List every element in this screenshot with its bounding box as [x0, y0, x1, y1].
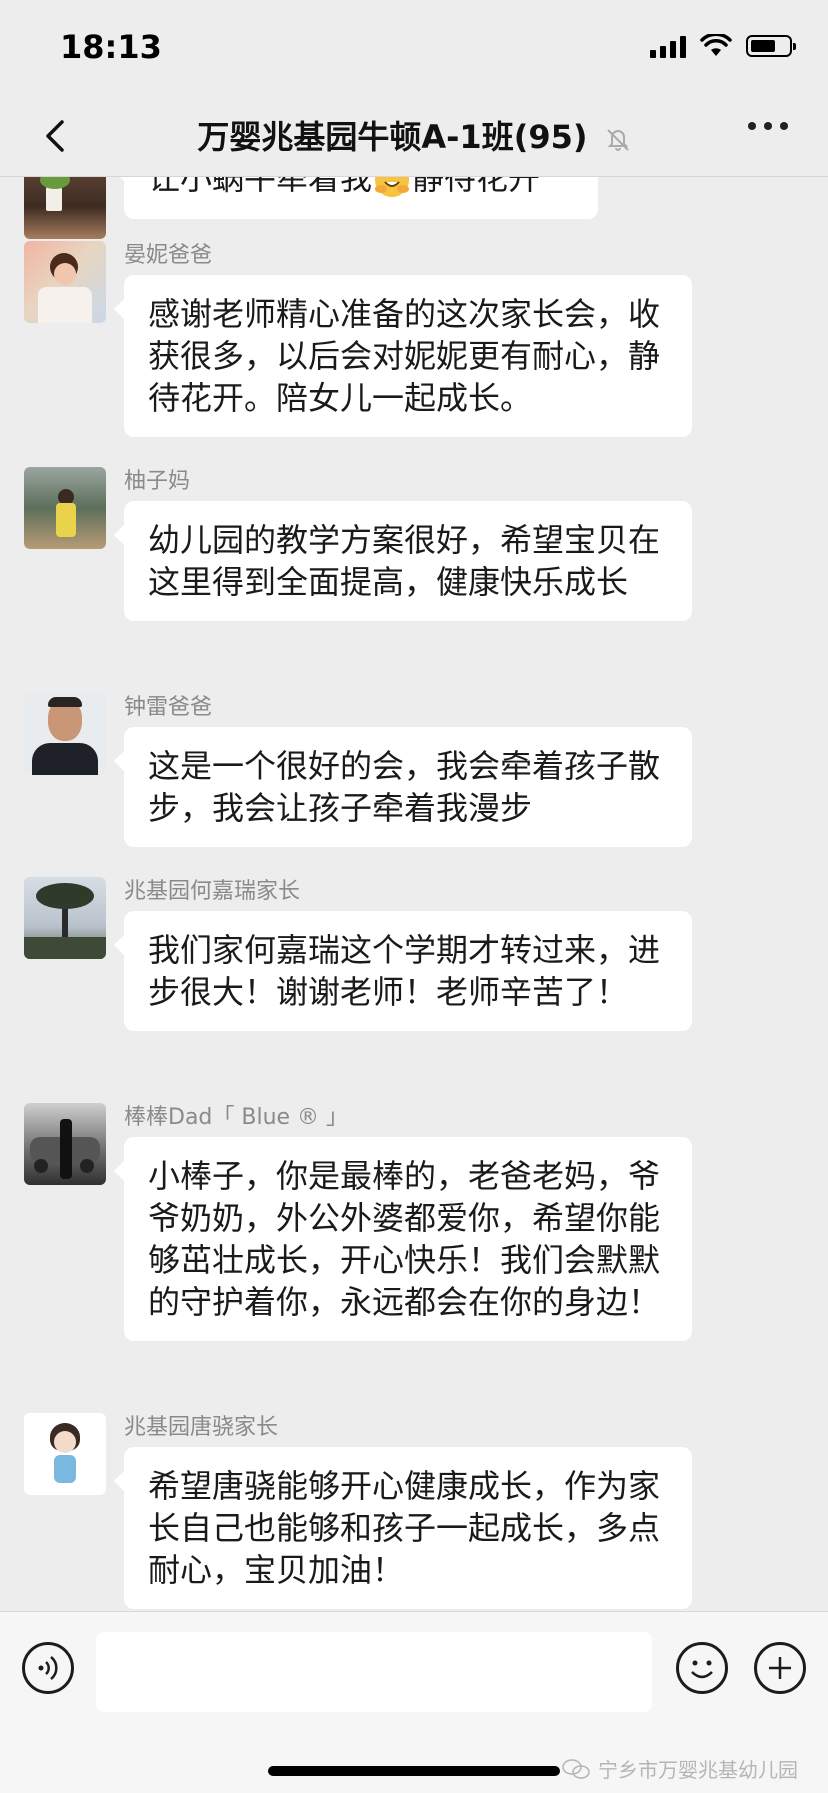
message-bubble: 希望唐骁能够开心健康成长，作为家长自己也能够和孩子一起成长，多点耐心，宝贝加油！	[114, 1447, 692, 1609]
watermark: 宁乡市万婴兆基幼儿园	[562, 1754, 798, 1783]
status-icons	[650, 34, 796, 58]
home-indicator[interactable]	[268, 1766, 560, 1776]
watermark-text: 宁乡市万婴兆基幼儿园	[598, 1758, 798, 1782]
cellular-signal-icon	[650, 34, 686, 58]
nav-bar: 万婴兆基园牛顿A-1班(95)	[0, 100, 828, 177]
message-text: 幼儿园的教学方案很好，希望宝贝在这里得到全面提高，健康快乐成长	[148, 521, 661, 601]
battery-icon	[746, 35, 796, 57]
chat-title: 万婴兆基园牛顿A-1班(95)	[0, 112, 828, 158]
message-text: 静待花开	[412, 177, 541, 197]
message-bubble: 小棒子，你是最棒的，老爸老妈，爷爷奶奶，外公外婆都爱你，希望你能够茁壮成长，开心…	[114, 1137, 692, 1341]
sender-name: 兆基园唐骁家长	[124, 1415, 279, 1440]
avatar[interactable]	[24, 693, 106, 775]
sender-name: 兆基园何嘉瑞家长	[124, 879, 301, 904]
status-bar: 18:13	[0, 0, 828, 100]
message-bubble: 这是一个很好的会，我会牵着孩子散步，我会让孩子牵着我漫步	[114, 727, 692, 847]
message-text: 让小蜗牛牵着我	[148, 177, 373, 197]
message-text: 小棒子，你是最棒的，老爸老妈，爷爷奶奶，外公外婆都爱你，希望你能够茁壮成长，开心…	[148, 1157, 661, 1321]
smile-icon[interactable]	[676, 1642, 728, 1694]
sender-name: 晏妮爸爸	[124, 243, 213, 268]
hugging-face-emoji-icon	[375, 177, 410, 197]
sender-name: 柚子妈	[124, 469, 191, 494]
wechat-logo-icon	[562, 1758, 590, 1779]
bell-slash-icon	[606, 129, 629, 151]
avatar[interactable]	[24, 241, 106, 323]
avatar[interactable]	[24, 177, 106, 239]
message-bubble: 幼儿园的教学方案很好，希望宝贝在这里得到全面提高，健康快乐成长	[114, 501, 692, 621]
avatar[interactable]	[24, 877, 106, 959]
message-bubble: 让小蜗牛牵着我 静待花开	[114, 177, 598, 219]
plus-icon[interactable]	[754, 1642, 806, 1694]
wifi-icon	[700, 34, 732, 56]
status-time: 18:13	[60, 28, 162, 66]
message-bubble: 我们家何嘉瑞这个学期才转过来，进步很大！谢谢老师！老师辛苦了！	[114, 911, 692, 1031]
message-text: 感谢老师精心准备的这次家长会，收获很多，以后会对妮妮更有耐心，静待花开。陪女儿一…	[148, 295, 661, 417]
avatar[interactable]	[24, 1413, 106, 1495]
message-text: 这是一个很好的会，我会牵着孩子散步，我会让孩子牵着我漫步	[148, 747, 661, 827]
message-text: 希望唐骁能够开心健康成长，作为家长自己也能够和孩子一起成长，多点耐心，宝贝加油！	[148, 1467, 661, 1589]
message-text: 我们家何嘉瑞这个学期才转过来，进步很大！谢谢老师！老师辛苦了！	[148, 931, 661, 1011]
chat-title-text: 万婴兆基园牛顿A-1班(95)	[197, 118, 588, 156]
more-dots-icon[interactable]	[748, 122, 788, 130]
sender-name: 钟雷爸爸	[124, 695, 213, 720]
sender-name: 棒棒Dad「 Blue ® 」	[124, 1105, 349, 1130]
message-bubble: 感谢老师精心准备的这次家长会，收获很多，以后会对妮妮更有耐心，静待花开。陪女儿一…	[114, 275, 692, 437]
message-input[interactable]	[96, 1632, 652, 1712]
voice-icon[interactable]	[22, 1642, 74, 1694]
chat-message-list[interactable]: 让小蜗牛牵着我 静待花开 晏妮爸爸 感谢老师精心准备的这次家长会，收获很多，以后…	[0, 177, 828, 1611]
avatar[interactable]	[24, 1103, 106, 1185]
avatar[interactable]	[24, 467, 106, 549]
